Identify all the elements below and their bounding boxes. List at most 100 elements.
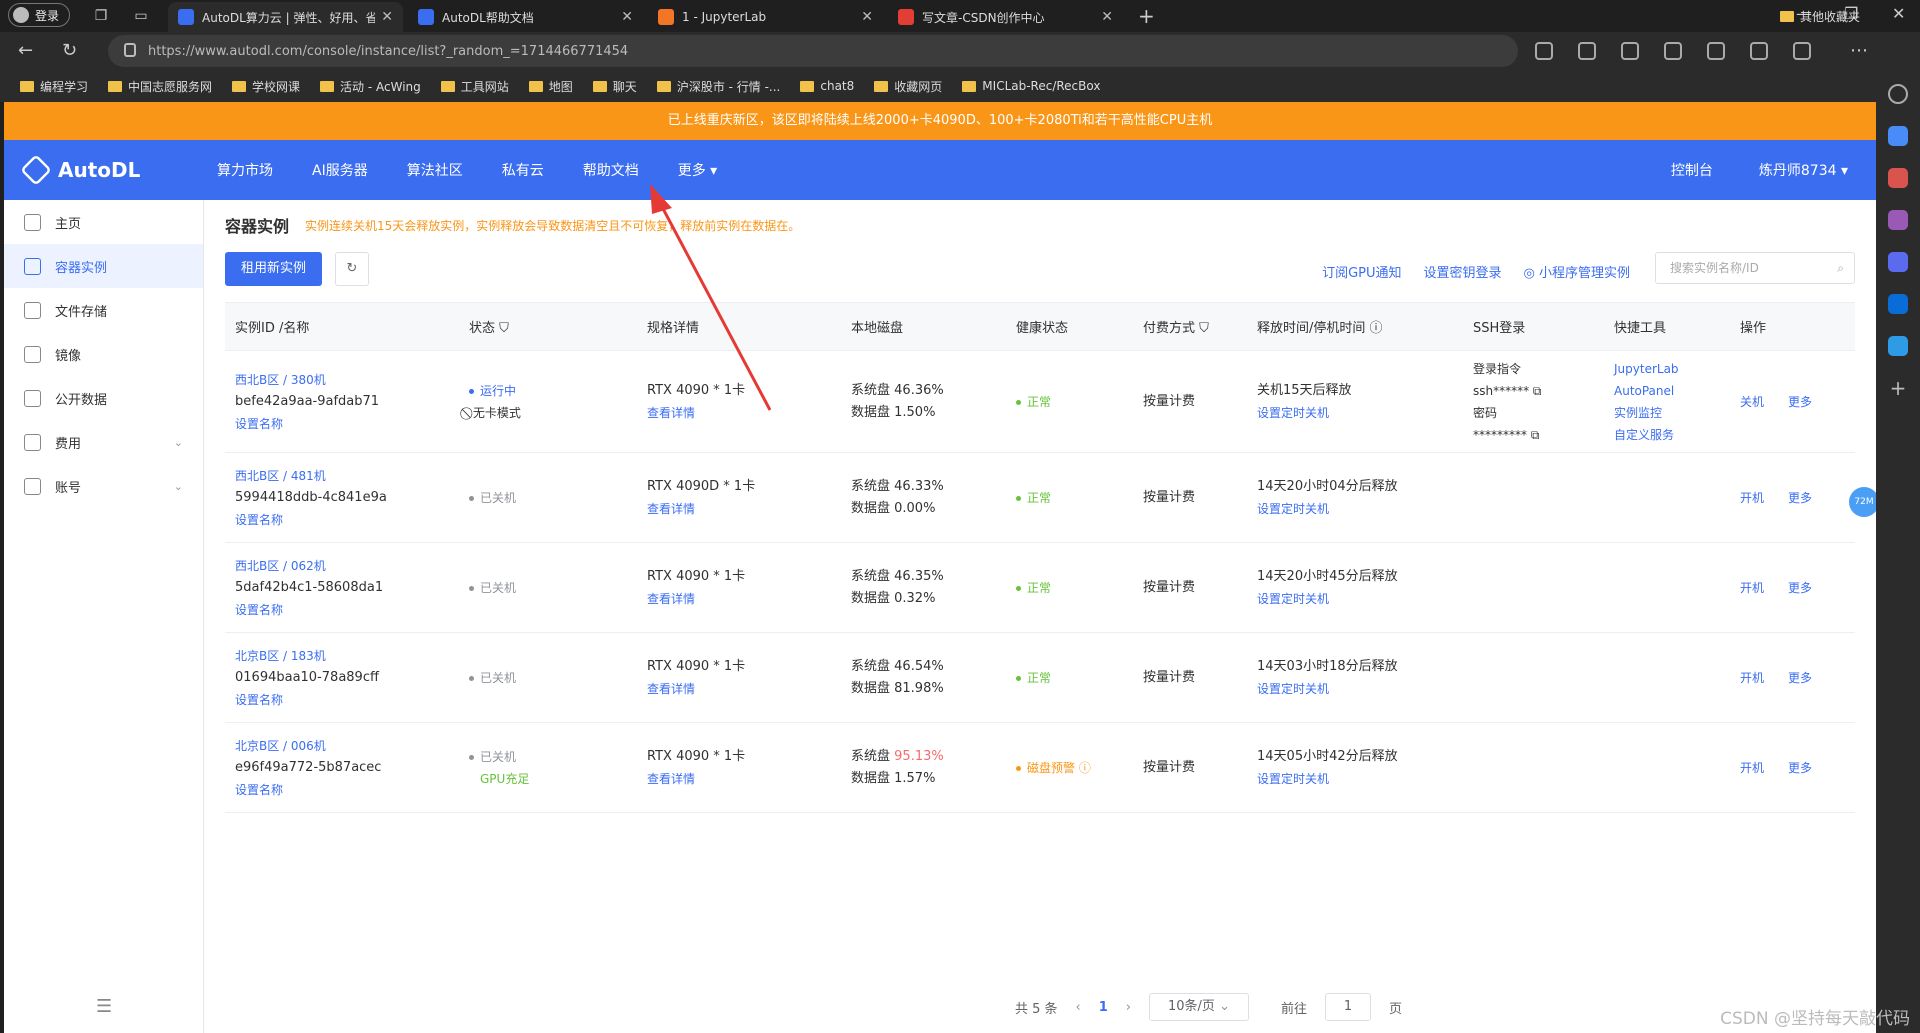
copilot-icon[interactable] <box>1888 252 1908 272</box>
close-tab-icon[interactable]: ✕ <box>621 9 633 25</box>
extension-icon[interactable] <box>1578 42 1596 60</box>
view-details-link[interactable]: 查看详情 <box>647 402 841 424</box>
instance-name-link[interactable]: 北京B区 / 006机 <box>235 735 459 757</box>
schedule-shutdown-link[interactable]: 设置定时关机 <box>1257 768 1463 790</box>
sidebar-item[interactable]: 容器实例 <box>4 244 203 288</box>
more-button[interactable]: 更多 <box>1788 393 1812 410</box>
next-page-icon[interactable]: › <box>1126 1000 1131 1015</box>
browser-tab[interactable]: AutoDL帮助文档 ✕ <box>408 2 643 32</box>
nav-item[interactable]: 帮助文档 <box>583 160 639 180</box>
bookmark-item[interactable]: 聊天 <box>585 78 645 95</box>
browser-tab[interactable]: 写文章-CSDN创作中心 ✕ <box>888 2 1123 32</box>
quick-tool-link[interactable]: 自定义服务 <box>1614 424 1730 446</box>
ssh-line[interactable]: ********* ⧉ <box>1473 424 1604 446</box>
more-button[interactable]: 更多 <box>1788 489 1812 506</box>
split-screen-icon[interactable] <box>1664 42 1682 60</box>
bookmark-item[interactable]: 活动 - AcWing <box>312 78 429 95</box>
quick-tool-link[interactable]: 实例监控 <box>1614 402 1730 424</box>
games-icon[interactable] <box>1888 210 1908 230</box>
bookmark-item[interactable]: 编程学习 <box>12 78 96 95</box>
extension-icon[interactable] <box>1535 42 1553 60</box>
add-icon[interactable]: + <box>1888 378 1908 398</box>
toolbar-link[interactable]: 设置密钥登录 <box>1424 262 1502 281</box>
tag-icon[interactable] <box>1888 126 1908 146</box>
user-menu[interactable]: 炼丹师8734 ▾ <box>1759 160 1848 180</box>
toolbar-link[interactable]: 订阅GPU通知 <box>1322 262 1401 281</box>
instance-name-link[interactable]: 西北B区 / 380机 <box>235 369 459 391</box>
sidebar-item[interactable]: 公开数据 <box>4 376 203 420</box>
other-bookmarks[interactable]: 其他收藏夹 <box>1779 8 1860 25</box>
view-details-link[interactable]: 查看详情 <box>647 678 841 700</box>
more-button[interactable]: 更多 <box>1788 669 1812 686</box>
page-size-select[interactable]: 10条/页 ⌄ <box>1149 993 1249 1021</box>
search-icon[interactable] <box>1888 84 1908 104</box>
goto-page-input[interactable]: 1 <box>1325 993 1372 1021</box>
collections-icon[interactable] <box>1750 42 1768 60</box>
power-button[interactable]: 开机 <box>1740 759 1764 776</box>
power-button[interactable]: 关机 <box>1740 393 1764 410</box>
more-button[interactable]: 更多 <box>1788 759 1812 776</box>
extension-icon[interactable] <box>1621 42 1639 60</box>
url-bar[interactable]: https://www.autodl.com/console/instance/… <box>108 35 1518 67</box>
instance-name-link[interactable]: 西北B区 / 481机 <box>235 465 459 487</box>
collapse-sidebar-icon[interactable]: ☰ <box>96 996 112 1017</box>
autodl-logo[interactable]: AutoDL <box>20 154 217 186</box>
quick-tool-link[interactable]: AutoPanel <box>1614 380 1730 402</box>
power-button[interactable]: 开机 <box>1740 669 1764 686</box>
close-tab-icon[interactable]: ✕ <box>861 9 873 25</box>
send-icon[interactable] <box>1888 336 1908 356</box>
close-tab-icon[interactable]: ✕ <box>381 9 393 25</box>
quick-tool-link[interactable]: JupyterLab <box>1614 358 1730 380</box>
ssh-line[interactable]: ssh****** ⧉ <box>1473 380 1604 402</box>
browser-tab[interactable]: AutoDL算力云 | 弹性、好用、省 ✕ <box>168 2 403 32</box>
bookmark-item[interactable]: MICLab-Rec/RecBox <box>954 79 1108 93</box>
schedule-shutdown-link[interactable]: 设置定时关机 <box>1257 678 1463 700</box>
bookmark-item[interactable]: 中国志愿服务网 <box>100 78 220 95</box>
search-input[interactable]: 搜索实例名称/ID ⌕ <box>1655 252 1855 284</box>
sidebar-item[interactable]: 文件存储 <box>4 288 203 332</box>
profile-button[interactable]: 登录 <box>8 3 71 27</box>
instance-name-link[interactable]: 北京B区 / 183机 <box>235 645 459 667</box>
bookmark-item[interactable]: 沪深股市 - 行情 -... <box>649 78 789 95</box>
set-name-link[interactable]: 设置名称 <box>235 509 459 531</box>
sidebar-item[interactable]: 镜像 <box>4 332 203 376</box>
bookmark-item[interactable]: 工具网站 <box>433 78 517 95</box>
power-button[interactable]: 开机 <box>1740 489 1764 506</box>
schedule-shutdown-link[interactable]: 设置定时关机 <box>1257 588 1463 610</box>
browser-essentials-icon[interactable] <box>1793 42 1811 60</box>
page-number[interactable]: 1 <box>1099 1000 1108 1015</box>
sidebar-item[interactable]: 费用 ⌄ <box>4 420 203 464</box>
schedule-shutdown-link[interactable]: 设置定时关机 <box>1257 402 1463 424</box>
nav-item[interactable]: 私有云 <box>502 160 544 180</box>
outlook-icon[interactable] <box>1888 294 1908 314</box>
prev-page-icon[interactable]: ‹ <box>1076 1000 1081 1015</box>
close-tab-icon[interactable]: ✕ <box>1101 9 1113 25</box>
more-button[interactable]: 更多 <box>1788 579 1812 596</box>
nav-item[interactable]: 算法社区 <box>407 160 463 180</box>
power-button[interactable]: 开机 <box>1740 579 1764 596</box>
set-name-link[interactable]: 设置名称 <box>235 413 459 435</box>
bookmark-item[interactable]: 收藏网页 <box>866 78 950 95</box>
console-link[interactable]: 控制台 <box>1671 160 1713 180</box>
bookmark-item[interactable]: 学校网课 <box>224 78 308 95</box>
toolbar-link[interactable]: ◎ 小程序管理实例 <box>1524 262 1630 281</box>
sidebar-item[interactable]: 主页 <box>4 200 203 244</box>
nav-item[interactable]: 更多 ▾ <box>678 160 717 180</box>
refresh-icon[interactable]: ↻ <box>335 252 369 286</box>
reload-icon[interactable]: ↻ <box>62 40 77 61</box>
nav-item[interactable]: AI服务器 <box>312 160 368 180</box>
close-window-icon[interactable]: ✕ <box>1892 4 1905 23</box>
tab-actions-icon[interactable]: ▭ <box>132 7 150 25</box>
workspaces-icon[interactable]: ❐ <box>92 7 110 25</box>
favorites-icon[interactable] <box>1707 42 1725 60</box>
more-icon[interactable]: ⋯ <box>1850 40 1868 61</box>
set-name-link[interactable]: 设置名称 <box>235 599 459 621</box>
browser-tab[interactable]: 1 - JupyterLab ✕ <box>648 2 883 32</box>
schedule-shutdown-link[interactable]: 设置定时关机 <box>1257 498 1463 520</box>
sidebar-item[interactable]: 账号 ⌄ <box>4 464 203 508</box>
view-details-link[interactable]: 查看详情 <box>647 588 841 610</box>
instance-name-link[interactable]: 西北B区 / 062机 <box>235 555 459 577</box>
rent-instance-button[interactable]: 租用新实例 <box>225 252 323 286</box>
set-name-link[interactable]: 设置名称 <box>235 689 459 711</box>
view-details-link[interactable]: 查看详情 <box>647 498 841 520</box>
